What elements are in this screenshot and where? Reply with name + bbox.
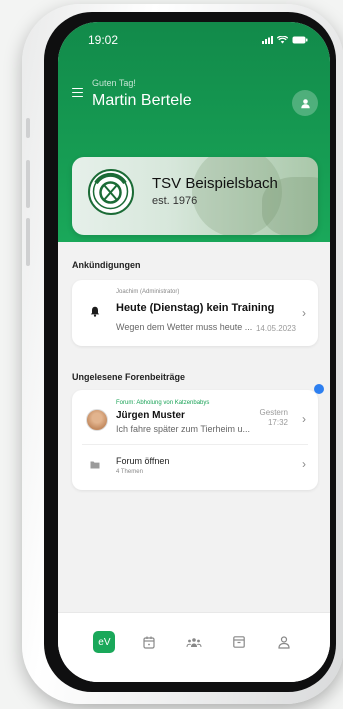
phone-screen: 19:02 Guten Tag! Martin Bertele TSV Beis… [58, 22, 330, 682]
forum-section-title: Ungelesene Forenbeiträge [72, 372, 186, 382]
bottom-tab-bar: eV [58, 612, 330, 682]
unread-indicator [314, 384, 324, 394]
club-emblem-icon [92, 172, 129, 210]
forum-open-row[interactable]: Forum öffnen 4 Themen › [72, 445, 318, 490]
status-icons [262, 36, 308, 44]
announcement-author: Joachim (Administrator) [116, 289, 180, 295]
forum-thread-name: Forum: Abholung von Katzenbabys [116, 400, 210, 406]
signal-icon [262, 36, 273, 44]
calendar-icon [143, 636, 155, 649]
announcement-date: 14.05.2023 [255, 324, 296, 333]
forum-topic-count: 4 Themen [116, 469, 143, 475]
members-icon [186, 637, 202, 647]
folder-icon [90, 461, 100, 469]
post-timestamp: Gestern 17:32 [260, 408, 288, 428]
status-bar: 19:02 [88, 32, 308, 48]
announcement-card[interactable]: Joachim (Administrator) Heute (Dienstag)… [72, 280, 318, 346]
club-logo [88, 169, 134, 215]
battery-icon [292, 36, 308, 44]
wifi-icon [277, 36, 288, 44]
tab-members[interactable] [183, 631, 205, 653]
forum-open-label: Forum öffnen [116, 456, 170, 466]
archive-icon [232, 636, 245, 648]
forum-post-row[interactable]: Forum: Abholung von Katzenbabys Jürgen M… [72, 390, 318, 444]
club-established: est. 1976 [152, 195, 198, 207]
announcement-title: Heute (Dienstag) kein Training [116, 302, 275, 314]
chevron-right-icon: › [302, 306, 306, 320]
volume-down-button [26, 218, 30, 266]
profile-button[interactable] [292, 90, 318, 116]
chevron-right-icon: › [302, 457, 306, 471]
app-mockup: 19:02 Guten Tag! Martin Bertele TSV Beis… [0, 0, 343, 709]
announcement-preview: Wegen dem Wetter muss heute ... [116, 322, 253, 332]
tab-home[interactable]: eV [93, 631, 116, 653]
post-time-hour: 17:32 [267, 418, 288, 427]
tab-calendar[interactable] [138, 631, 160, 653]
post-author: Jürgen Muster [116, 410, 185, 421]
forum-card: Forum: Abholung von Katzenbabys Jürgen M… [72, 390, 318, 490]
bell-icon [90, 306, 100, 317]
profile-icon [277, 635, 290, 649]
volume-up-button [26, 160, 30, 208]
status-time: 19:02 [88, 33, 119, 47]
chevron-right-icon: › [302, 412, 306, 426]
menu-icon[interactable] [72, 88, 83, 98]
user-icon [300, 98, 310, 108]
club-card[interactable]: TSV Beispielsbach est. 1976 [72, 157, 318, 235]
user-name: Martin Bertele [92, 92, 192, 109]
greeting: Guten Tag! [92, 78, 136, 88]
announcements-title: Ankündigungen [72, 260, 141, 270]
club-name: TSV Beispielsbach [152, 175, 278, 192]
post-preview: Ich fahre später zum Tierheim u... [116, 424, 251, 434]
mute-switch [26, 118, 30, 138]
post-time-day: Gestern [259, 408, 288, 417]
tab-profile[interactable] [273, 631, 295, 653]
tab-archive[interactable] [228, 631, 250, 653]
avatar [86, 409, 108, 431]
